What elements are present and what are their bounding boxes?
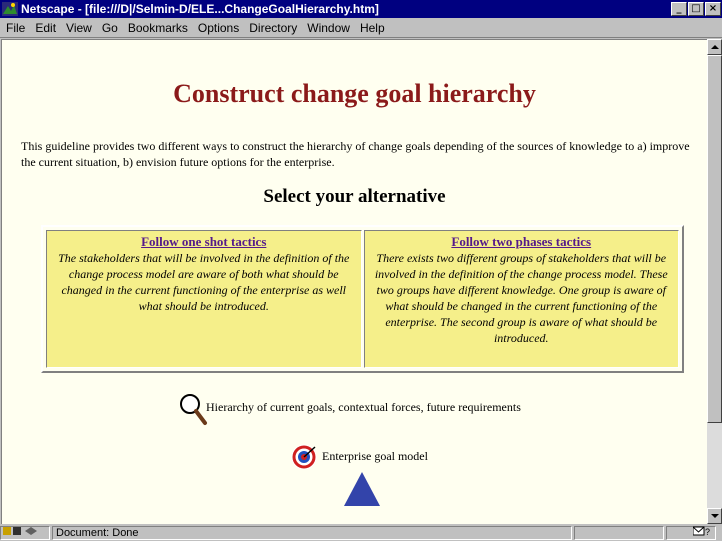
maximize-button[interactable]: □	[688, 2, 704, 16]
menu-edit[interactable]: Edit	[35, 21, 56, 35]
menu-view[interactable]: View	[66, 21, 92, 35]
menu-directory[interactable]: Directory	[249, 21, 297, 35]
hierarchy-link-text[interactable]: Hierarchy of current goals, contextual f…	[206, 400, 521, 415]
intro-text: This guideline provides two different wa…	[21, 139, 690, 169]
menu-bookmarks[interactable]: Bookmarks	[128, 21, 188, 35]
mail-indicator[interactable]: ?	[666, 525, 716, 540]
page-content: Construct change goal hierarchy This gui…	[1, 39, 707, 526]
menu-bar: File Edit View Go Bookmarks Options Dire…	[0, 18, 722, 38]
alternatives-table: Follow one shot tactics The stakeholders…	[41, 225, 684, 373]
two-phases-description: There exists two different groups of sta…	[374, 251, 668, 345]
menu-help[interactable]: Help	[360, 21, 385, 35]
progress-panel	[574, 525, 664, 540]
title-bar: Netscape - [file:///D|/Selmin-D/ELE...Ch…	[0, 0, 722, 18]
goal-model-link-text[interactable]: Enterprise goal model	[322, 449, 428, 464]
alternative-two-phases: Follow two phases tactics There exists t…	[363, 230, 679, 368]
svg-text:?: ?	[705, 527, 710, 536]
menu-options[interactable]: Options	[198, 21, 239, 35]
status-bar: Document: Done ?	[0, 524, 722, 541]
window-title: Netscape - [file:///D|/Selmin-D/ELE...Ch…	[21, 2, 379, 16]
scroll-thumb[interactable]	[707, 55, 722, 423]
menu-window[interactable]: Window	[307, 21, 350, 35]
alternative-one-shot: Follow one shot tactics The stakeholders…	[46, 230, 362, 368]
status-text: Document: Done	[56, 526, 139, 539]
magnifier-icon[interactable]	[178, 392, 208, 430]
hierarchy-link-row[interactable]: Hierarchy of current goals, contextual f…	[178, 392, 521, 430]
target-icon[interactable]	[290, 443, 318, 475]
minimize-button[interactable]: _	[671, 2, 687, 16]
page-heading: Construct change goal hierarchy	[173, 79, 536, 108]
menu-file[interactable]: File	[6, 21, 25, 35]
netscape-icon	[2, 2, 18, 16]
close-button[interactable]: ×	[705, 2, 721, 16]
goal-model-link-row[interactable]: Enterprise goal model	[290, 443, 428, 475]
scroll-up-button[interactable]	[707, 39, 722, 55]
scroll-down-button[interactable]	[707, 508, 722, 524]
two-phases-tactics-link[interactable]: Follow two phases tactics	[369, 234, 675, 250]
security-icon[interactable]	[3, 526, 45, 539]
status-text-panel: Document: Done	[52, 525, 572, 540]
menu-go[interactable]: Go	[102, 21, 118, 35]
vertical-scrollbar[interactable]	[707, 39, 722, 524]
alternatives-heading: Select your alternative	[263, 186, 446, 207]
pyramid-icon[interactable]	[344, 472, 380, 506]
one-shot-tactics-link[interactable]: Follow one shot tactics	[51, 234, 357, 250]
one-shot-description: The stakeholders that will be involved i…	[58, 251, 350, 313]
security-indicator[interactable]	[0, 525, 50, 540]
mail-icon[interactable]: ?	[692, 526, 711, 539]
